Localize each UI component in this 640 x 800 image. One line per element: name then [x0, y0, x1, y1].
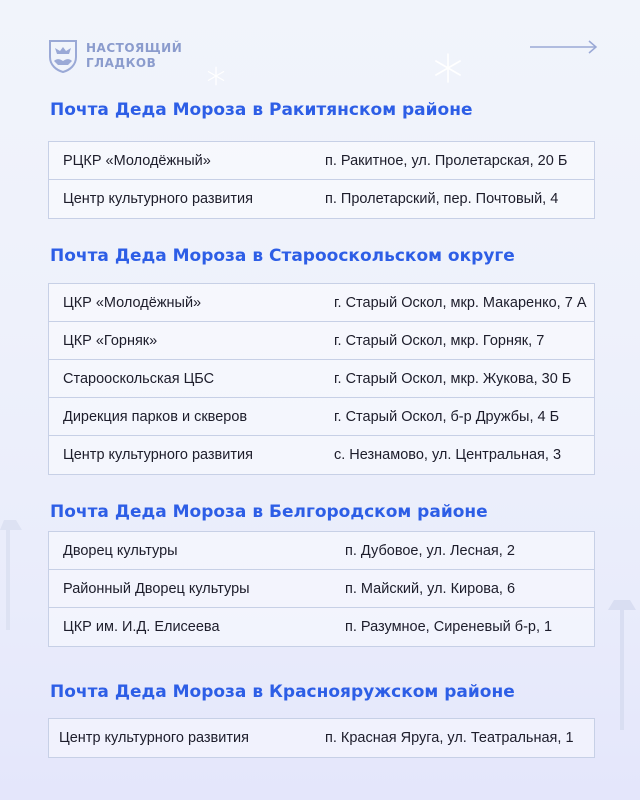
venue-address: п. Пролетарский, пер. Почтовый, 4 — [325, 191, 559, 207]
venue-name: Центр культурного развития — [63, 447, 253, 463]
snowflake-icon — [435, 53, 461, 83]
venue-name: Старооскольская ЦБС — [63, 370, 215, 387]
brand-header: НАСТОЯЩИЙ ГЛАДКОВ — [48, 38, 182, 74]
venue-name: Дирекция парков и скверов — [63, 408, 248, 425]
brand-name: НАСТОЯЩИЙ ГЛАДКОВ — [86, 41, 182, 71]
table-row: Старооскольская ЦБС г. Старый Оскол, мкр… — [49, 360, 594, 398]
section-title-rakitnoye: Почта Деда Мороза в Ракитянском районе — [50, 100, 473, 120]
arrow-right-icon — [530, 40, 598, 54]
table-row: ЦКР «Горняк» г. Старый Оскол, мкр. Горня… — [49, 322, 594, 360]
street-lamp-icon — [608, 600, 636, 730]
table-row: Дворец культуры п. Дубовое, ул. Лесная, … — [49, 532, 594, 570]
venue-address: п. Ракитное, ул. Пролетарская, 20 Б — [325, 152, 568, 169]
venue-name: Центр культурного развития — [63, 191, 253, 207]
table-row: Дирекция парков и скверов г. Старый Оско… — [49, 398, 594, 436]
snowflake-icon — [207, 66, 225, 86]
venue-name: ЦКР «Молодёжный» — [63, 294, 202, 311]
venue-name: Центр культурного развития — [59, 730, 249, 746]
brand-line-2: ГЛАДКОВ — [86, 56, 157, 70]
venue-address: г. Старый Оскол, мкр. Горняк, 7 — [334, 332, 545, 349]
venue-name: РЦКР «Молодёжный» — [63, 152, 211, 169]
venue-name: ЦКР им. И.Д. Елисеева — [63, 619, 220, 635]
belgorod-coat-of-arms-icon — [49, 40, 77, 73]
table-row: ЦКР «Молодёжный» г. Старый Оскол, мкр. М… — [49, 284, 594, 322]
venue-address: г. Старый Оскол, мкр. Макаренко, 7 А — [334, 294, 587, 311]
section-title-krasnaya-yaruga: Почта Деда Мороза в Краснояружском район… — [50, 682, 515, 702]
table-row: ЦКР им. И.Д. Елисеева п. Разумное, Сирен… — [49, 608, 594, 646]
table-rakitnoye: РЦКР «Молодёжный» п. Ракитное, ул. Проле… — [48, 141, 595, 219]
venue-address: п. Майский, ул. Кирова, 6 — [345, 580, 516, 597]
section-title-stary-oskol: Почта Деда Мороза в Старооскольском окру… — [50, 246, 515, 266]
venue-address: п. Дубовое, ул. Лесная, 2 — [345, 542, 515, 559]
table-stary-oskol: ЦКР «Молодёжный» г. Старый Оскол, мкр. М… — [48, 283, 595, 475]
table-row: Районный Дворец культуры п. Майский, ул.… — [49, 570, 594, 608]
venue-name: ЦКР «Горняк» — [63, 332, 158, 349]
table-row: Центр культурного развития с. Незнамово,… — [49, 436, 594, 474]
venue-name: Районный Дворец культуры — [63, 580, 250, 597]
venue-address: п. Разумное, Сиреневый б-р, 1 — [345, 619, 553, 635]
table-row: Центр культурного развития п. Пролетарск… — [49, 180, 594, 218]
venue-address: г. Старый Оскол, мкр. Жукова, 30 Б — [334, 370, 572, 387]
table-row: Центр культурного развития п. Красная Яр… — [49, 719, 594, 757]
street-lamp-icon — [0, 520, 22, 630]
table-row: РЦКР «Молодёжный» п. Ракитное, ул. Проле… — [49, 142, 594, 180]
venue-address: с. Незнамово, ул. Центральная, 3 — [334, 447, 562, 463]
brand-line-1: НАСТОЯЩИЙ — [86, 41, 183, 55]
table-belgorod: Дворец культуры п. Дубовое, ул. Лесная, … — [48, 531, 595, 647]
section-title-belgorod: Почта Деда Мороза в Белгородском районе — [50, 502, 488, 522]
venue-address: п. Красная Яруга, ул. Театральная, 1 — [325, 730, 574, 746]
table-krasnaya-yaruga: Центр культурного развития п. Красная Яр… — [48, 718, 595, 758]
venue-name: Дворец культуры — [63, 542, 178, 559]
venue-address: г. Старый Оскол, б-р Дружбы, 4 Б — [334, 408, 560, 425]
